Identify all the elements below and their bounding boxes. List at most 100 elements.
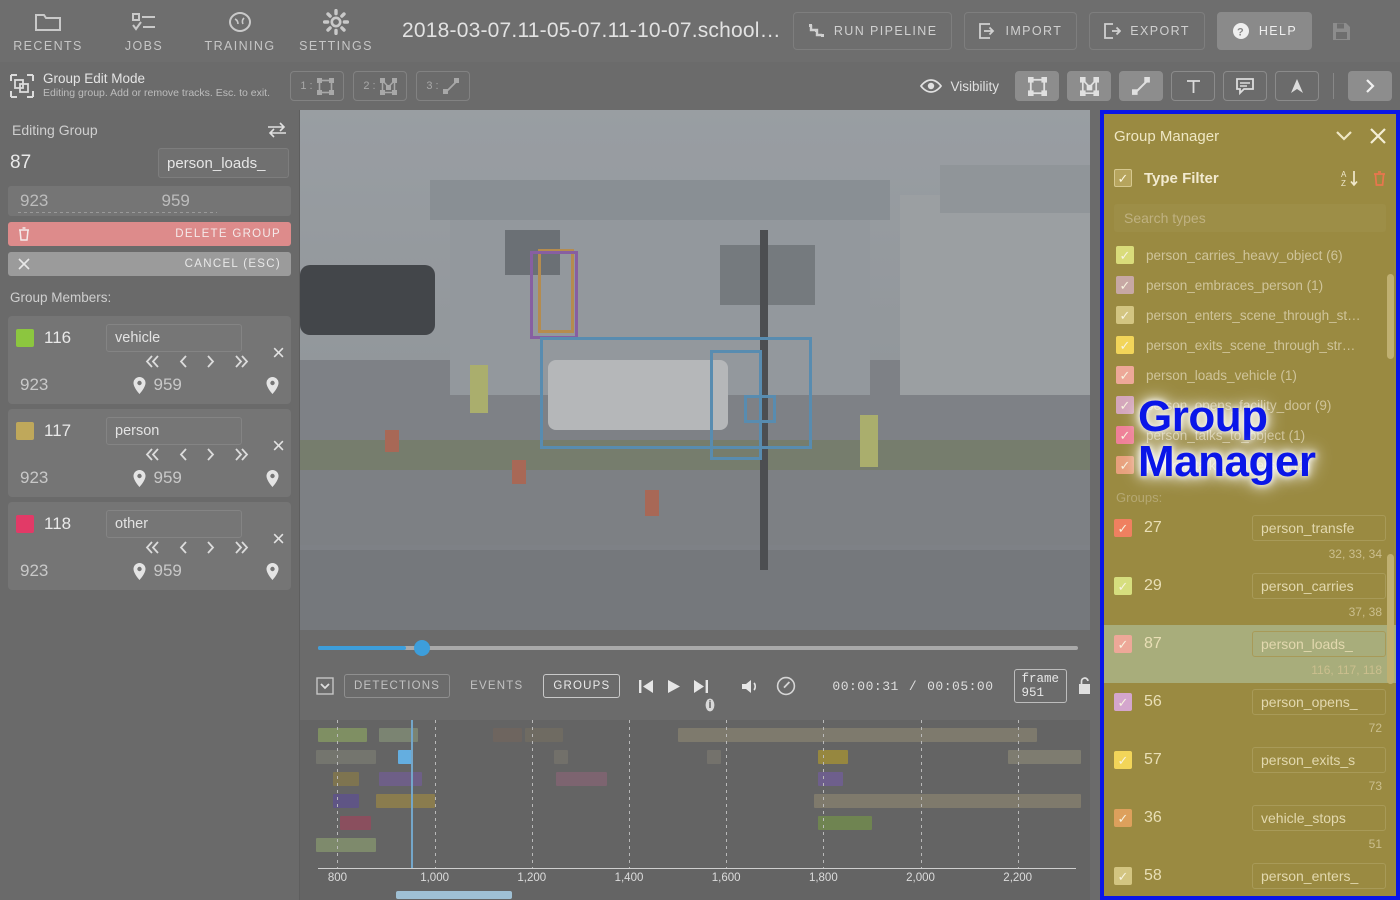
member-type-input[interactable]: person: [106, 417, 242, 445]
type-filter-checkbox[interactable]: ✓: [1114, 169, 1132, 187]
type-filter-item[interactable]: ✓ person_carries_heavy_object (6): [1104, 240, 1396, 270]
visibility-toggle-comments[interactable]: [1223, 71, 1267, 101]
group-range-start[interactable]: 923: [8, 191, 150, 211]
member-type-input[interactable]: other: [106, 510, 242, 538]
export-button[interactable]: EXPORT: [1089, 12, 1205, 50]
timeline-segment[interactable]: [1007, 750, 1081, 764]
member-end-frame[interactable]: 959: [150, 468, 263, 488]
group-list-item[interactable]: ✓ 58 person_enters_ 74: [1104, 857, 1396, 896]
prev-icon[interactable]: [178, 448, 188, 461]
group-type-input[interactable]: person_loads_: [158, 148, 289, 178]
group-item-name-input[interactable]: person_loads_: [1252, 631, 1386, 657]
remove-member-icon[interactable]: ×: [272, 342, 285, 364]
member-end-frame[interactable]: 959: [150, 375, 263, 395]
member-start-frame[interactable]: 923: [16, 468, 129, 488]
lock-icon[interactable]: [1077, 677, 1092, 695]
timeline-segment[interactable]: [492, 728, 523, 742]
tab-events[interactable]: EVENTS: [460, 674, 533, 698]
first-icon[interactable]: [145, 448, 160, 461]
map-pin-icon[interactable]: [262, 562, 283, 581]
map-pin-icon[interactable]: [129, 562, 150, 581]
timeline-segment[interactable]: [376, 794, 435, 808]
group-item-name-input[interactable]: vehicle_stops: [1252, 805, 1386, 831]
map-pin-icon[interactable]: [262, 469, 283, 488]
group-item-checkbox[interactable]: ✓: [1114, 519, 1132, 537]
visibility-toggle-polygons[interactable]: [1067, 71, 1111, 101]
group-item-checkbox[interactable]: ✓: [1114, 693, 1132, 711]
group-item-name-input[interactable]: person_carries: [1252, 573, 1386, 599]
group-frame-range[interactable]: 923 959: [8, 186, 291, 216]
type-filter-item-checkbox[interactable]: ✓: [1116, 456, 1134, 474]
type-filter-item-checkbox[interactable]: ✓: [1116, 426, 1134, 444]
swap-arrows-icon[interactable]: [267, 122, 287, 138]
nav-item-jobs[interactable]: JOBS: [96, 0, 192, 62]
chevron-down-icon[interactable]: [316, 677, 334, 695]
last-icon[interactable]: [234, 541, 249, 554]
timeline-segment[interactable]: [524, 728, 564, 742]
timeline-segment[interactable]: [318, 728, 367, 742]
timeline-panel[interactable]: 800 1,000 1,200 1,400 1,600 1,800 2,000 2,200: [300, 720, 1090, 900]
timeline-segment[interactable]: [553, 750, 569, 764]
nav-item-recents[interactable]: RECENTS: [0, 0, 96, 62]
timeline-segment[interactable]: [818, 772, 843, 786]
group-item-name-input[interactable]: person_opens_: [1252, 689, 1386, 715]
first-icon[interactable]: [145, 541, 160, 554]
type-filter-item[interactable]: ✓ person_loads_vehicle (1): [1104, 360, 1396, 390]
volume-icon[interactable]: [741, 678, 760, 695]
prev-icon[interactable]: [178, 355, 188, 368]
tab-detections[interactable]: DETECTIONS: [344, 674, 451, 698]
delete-group-button[interactable]: DELETE GROUP: [8, 222, 291, 246]
timeline-segment[interactable]: [677, 728, 1038, 742]
type-filter-item-checkbox[interactable]: ✓: [1116, 306, 1134, 324]
last-icon[interactable]: [234, 448, 249, 461]
type-list-scrollbar[interactable]: [1387, 274, 1394, 359]
member-end-frame[interactable]: 959: [150, 561, 263, 581]
group-item-name-input[interactable]: person_exits_s: [1252, 747, 1386, 773]
trash-icon[interactable]: [1373, 170, 1386, 186]
type-filter-item-checkbox[interactable]: ✓: [1116, 336, 1134, 354]
panel-collapse-button[interactable]: [1348, 71, 1392, 101]
map-pin-icon[interactable]: [262, 376, 283, 395]
group-item-checkbox[interactable]: ✓: [1114, 635, 1132, 653]
search-types-input[interactable]: Search types: [1114, 204, 1386, 232]
visibility-toggle-text[interactable]: [1171, 71, 1215, 101]
group-item-checkbox[interactable]: ✓: [1114, 867, 1132, 885]
map-pin-icon[interactable]: [129, 469, 150, 488]
timeline-segment[interactable]: [315, 750, 377, 764]
chevron-down-icon[interactable]: [1336, 131, 1352, 141]
sort-az-icon[interactable]: A Z: [1340, 169, 1359, 188]
skip-forward-icon[interactable]: [692, 678, 709, 695]
group-list-item[interactable]: ✓ 87 person_loads_ 116, 117, 118: [1104, 625, 1396, 683]
timeline-segment[interactable]: [706, 750, 722, 764]
type-filter-row[interactable]: ✓ Type Filter A Z: [1104, 158, 1396, 198]
type-filter-item[interactable]: ✓ person_talks_to_person (2): [1104, 450, 1396, 480]
group-list-item[interactable]: ✓ 27 person_transfe 32, 33, 34: [1104, 509, 1396, 567]
info-icon[interactable]: [703, 698, 717, 712]
remove-member-icon[interactable]: ×: [272, 528, 285, 550]
timeline-segment[interactable]: [818, 816, 872, 830]
seek-handle[interactable]: [414, 640, 430, 656]
groups-list-scrollbar[interactable]: [1387, 554, 1394, 684]
remove-member-icon[interactable]: ×: [272, 435, 285, 457]
visibility-toggle-boxes[interactable]: [1015, 71, 1059, 101]
group-item-checkbox[interactable]: ✓: [1114, 809, 1132, 827]
import-button[interactable]: IMPORT: [964, 12, 1078, 50]
group-item-checkbox[interactable]: ✓: [1114, 577, 1132, 595]
type-filter-item-checkbox[interactable]: ✓: [1116, 366, 1134, 384]
group-member-card[interactable]: 116 vehicle × 923 959: [8, 316, 291, 404]
type-filter-item-checkbox[interactable]: ✓: [1116, 396, 1134, 414]
next-icon[interactable]: [206, 541, 216, 554]
group-list-item[interactable]: ✓ 29 person_carries 37, 38: [1104, 567, 1396, 625]
last-icon[interactable]: [234, 355, 249, 368]
video-viewport[interactable]: [300, 110, 1090, 630]
group-member-card[interactable]: 118 other × 923 959: [8, 502, 291, 590]
visibility-toggle-arrows[interactable]: [1275, 71, 1319, 101]
cancel-edit-button[interactable]: CANCEL (ESC): [8, 252, 291, 276]
speedometer-icon[interactable]: [776, 676, 796, 696]
timeline-segment[interactable]: [556, 772, 608, 786]
next-icon[interactable]: [206, 448, 216, 461]
save-button[interactable]: [1326, 12, 1357, 50]
first-icon[interactable]: [145, 355, 160, 368]
close-icon[interactable]: [1370, 128, 1386, 144]
map-pin-icon[interactable]: [129, 376, 150, 395]
